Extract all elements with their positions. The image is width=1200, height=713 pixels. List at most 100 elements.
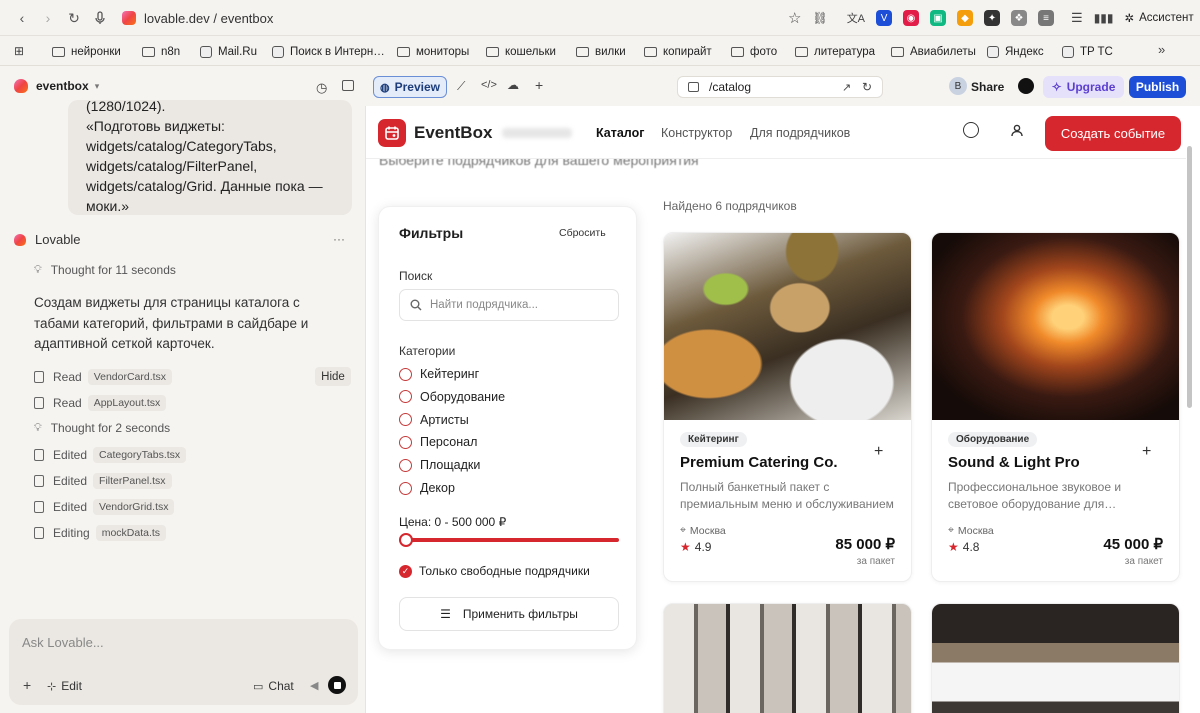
nav-vendors[interactable]: Для подрядчиков [750,126,850,140]
file-chip[interactable]: AppLayout.tsx [87,395,167,411]
chat-input[interactable]: Ask Lovable... [22,635,104,650]
history-icon[interactable]: ◷ [316,80,327,96]
sidebar-toggle-icon[interactable] [342,80,354,91]
file-chip[interactable]: CategoryTabs.tsx [93,447,187,463]
nav-catalog[interactable]: Каталог [596,126,644,140]
open-external-icon[interactable]: ↗ [842,81,851,94]
preview-path-bar[interactable]: /catalog ↗ ↻ [677,76,883,98]
apps-grid-icon[interactable]: ⊞ [14,44,24,58]
bookmark-item[interactable]: Mail.Ru [200,43,257,61]
brand-logo[interactable]: EventBox [378,119,573,147]
plus-icon[interactable]: + [23,677,31,693]
file-chip[interactable]: mockData.ts [95,525,167,541]
translate-icon[interactable]: 文A [847,10,865,26]
tabs-extension-icon[interactable]: ≡ [1038,10,1055,26]
microphone-icon[interactable] [90,8,110,28]
stop-button[interactable] [328,676,346,694]
category-option[interactable]: Персонал [399,435,477,449]
user-icon[interactable] [1011,124,1023,140]
bookmark-item[interactable]: фото [731,43,777,61]
reload-icon[interactable]: ↻ [64,8,84,28]
github-icon[interactable] [1018,78,1034,94]
chat-input-box[interactable]: Ask Lovable... + ⊹ Edit ▭ Chat ◀︎ [9,619,358,705]
create-event-button[interactable]: Создать событие [1045,116,1181,151]
bookmark-item[interactable]: Авиабилеты [891,43,976,61]
site-favicon-icon [987,46,999,58]
bookmark-item[interactable]: литература [795,43,875,61]
audio-icon[interactable]: ▮▮▮ [1094,11,1114,25]
vendor-card[interactable]: Кейтеринг + Premium Catering Co. Полный … [663,232,912,582]
vendor-search-input[interactable]: Найти подрядчика... [399,289,619,321]
category-option[interactable]: Площадки [399,458,480,472]
add-tab-icon[interactable]: + [535,77,543,93]
upgrade-button[interactable]: ✧ Upgrade [1043,76,1124,98]
cloud-icon[interactable]: ☁ [507,78,519,92]
file-chip[interactable]: VendorGrid.tsx [93,499,175,515]
file-chip[interactable]: FilterPanel.tsx [93,473,172,489]
chat-mode-button[interactable]: ▭ Chat [253,679,294,693]
bookmark-item[interactable]: TP TC [1062,43,1113,61]
vendor-card[interactable]: Оборудование + Sound & Light Pro Професс… [931,232,1180,582]
file-chip[interactable]: VendorCard.tsx [87,369,173,385]
green-extension-icon[interactable]: ▣ [930,10,947,26]
address-bar[interactable]: lovable.dev / eventbox [122,8,273,28]
vendor-card[interactable] [931,603,1180,713]
category-option[interactable]: Кейтеринг [399,367,479,381]
activity-step[interactable]: 💡︎ Thought for 2 seconds [34,421,170,435]
dark-extension-icon[interactable]: ✦ [984,10,1001,26]
vendor-card[interactable] [663,603,912,713]
publish-button[interactable]: Publish [1129,76,1186,98]
activity-step[interactable]: Edited CategoryTabs.tsx [34,447,187,463]
more-bookmarks-icon[interactable]: » [1158,42,1165,57]
apply-filters-button[interactable]: ☰ Применить фильтры [399,597,619,631]
activity-step[interactable]: Read VendorCard.tsx [34,369,173,385]
only-free-checkbox[interactable]: ✓ Только свободные подрядчики [399,564,590,578]
reset-button[interactable]: Сбросить [559,227,606,239]
category-option[interactable]: Декор [399,481,455,495]
bookmark-item[interactable]: нейронки [52,43,121,61]
edit-button[interactable]: ⊹ Edit [47,679,82,693]
bookmark-item[interactable]: Яндекс [987,43,1044,61]
avatar[interactable]: B [949,77,967,95]
analytics-icon[interactable]: ⟋ [457,79,465,94]
bookmark-item[interactable]: Поиск в Интерн… [272,43,385,61]
category-option[interactable]: Артисты [399,413,469,427]
category-option[interactable]: Оборудование [399,390,505,404]
share-button[interactable]: Share [971,80,1004,94]
bookmark-item[interactable]: вилки [576,43,626,61]
bookmark-item[interactable]: копирайт [644,43,712,61]
vpn-extension-icon[interactable]: V [876,10,893,26]
hide-button[interactable]: Hide [315,367,351,386]
back-icon[interactable]: ‹ [12,8,32,28]
bookmark-item[interactable]: мониторы [397,43,469,61]
price-slider[interactable] [399,538,619,542]
preview-tab[interactable]: ◍ Preview [373,76,447,98]
menu-icon[interactable]: ☰ [1071,10,1083,26]
project-selector[interactable]: eventbox ▾ [14,79,99,93]
activity-step[interactable]: Editing mockData.ts [34,525,167,541]
activity-step[interactable]: Edited VendorGrid.tsx [34,499,175,515]
puzzle-extension-icon[interactable]: ❖ [1011,10,1028,26]
more-options-icon[interactable]: ··· [333,232,345,246]
forward-icon[interactable]: › [38,8,58,28]
link-icon[interactable]: ⛓ [812,11,827,25]
browser-toolbar: ‹ › ↻ lovable.dev / eventbox ☆ ⛓ 文A V ◉ … [0,0,1200,36]
add-icon[interactable]: + [874,443,883,461]
activity-step[interactable]: Read AppLayout.tsx [34,395,167,411]
activity-step[interactable]: Edited FilterPanel.tsx [34,473,172,489]
scrollbar[interactable] [1187,146,1192,408]
refresh-icon[interactable]: ↻ [862,80,872,94]
language-globe-icon[interactable] [963,122,979,138]
code-icon[interactable]: </> [481,79,497,91]
red-extension-icon[interactable]: ◉ [903,10,920,26]
bookmark-item[interactable]: кошельки [486,43,556,61]
metamask-extension-icon[interactable]: ◆ [957,10,974,26]
nav-constructor[interactable]: Конструктор [661,126,732,140]
star-icon[interactable]: ☆ [788,9,801,27]
voice-icon[interactable]: ◀︎ [310,679,318,692]
thought-row[interactable]: 💡︎ Thought for 11 seconds [34,263,176,277]
assistant-button[interactable]: ✲ Ассистент [1125,11,1194,25]
price-slider-handle[interactable] [399,533,413,547]
bookmark-item[interactable]: n8n [142,43,180,61]
add-icon[interactable]: + [1142,443,1151,461]
